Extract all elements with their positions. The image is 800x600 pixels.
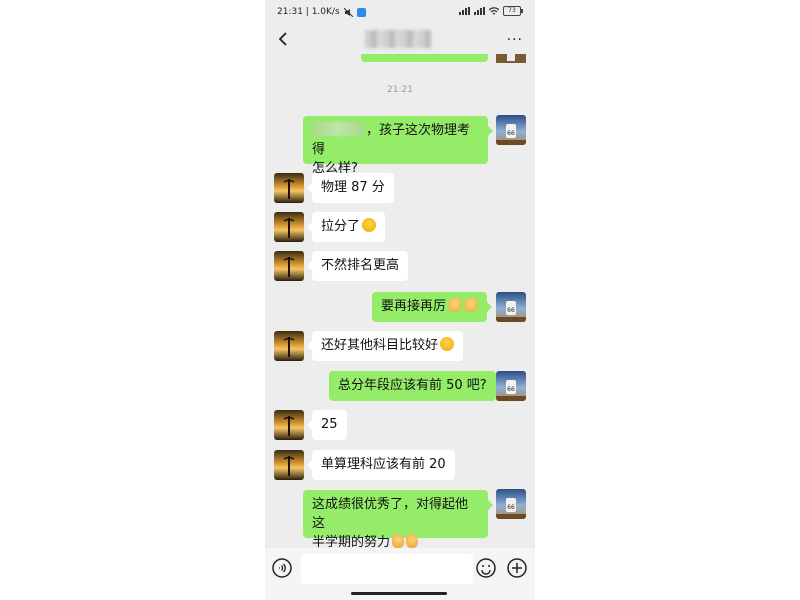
avatar: [496, 54, 526, 63]
message-bubble-out[interactable]: 总分年段应该有前 50 吧?: [329, 371, 501, 401]
message-bubble-out[interactable]: ，孩子这次物理考得 怎么样?: [303, 116, 493, 176]
signal-icon: [459, 7, 470, 15]
svg-text:66: 66: [507, 307, 515, 314]
avatar[interactable]: [274, 251, 304, 281]
avatar[interactable]: [274, 173, 304, 203]
message-text: 单算理科应该有前 20: [321, 457, 446, 472]
message-text: 拉分了: [321, 219, 361, 234]
message-bubble-out[interactable]: 这成绩很优秀了，对得起他这 半学期的努力: [303, 490, 493, 550]
status-bar: 21:31 | 1.0K/s 73: [265, 0, 535, 24]
strong-emoji-icon: [448, 298, 463, 312]
chat-area[interactable]: 21:21 ，孩子这次物理考得 怎么样? 66 物理 87 分 拉分了 不然排名…: [265, 54, 535, 550]
avatar[interactable]: 66: [496, 489, 526, 519]
input-bar: [265, 548, 535, 600]
timestamp: 21:21: [387, 85, 413, 95]
thumbs-up-emoji-icon: [392, 534, 405, 548]
svg-text:66: 66: [507, 504, 515, 511]
thumbs-up-emoji-icon: [406, 534, 419, 548]
signal-icon-2: [474, 7, 485, 15]
message-bubble-out[interactable]: 要再接再厉: [372, 292, 493, 322]
previous-message-bubble: [361, 54, 488, 62]
chevron-left-icon[interactable]: [275, 30, 293, 48]
more-button[interactable]: ···: [507, 32, 523, 48]
status-left: 21:31 | 1.0K/s: [277, 7, 366, 17]
emoji-icon[interactable]: [476, 558, 496, 578]
status-time: 21:31 | 1.0K/s: [277, 7, 340, 17]
avatar[interactable]: [274, 450, 304, 480]
message-bubble-in[interactable]: 物理 87 分: [307, 173, 394, 203]
svg-text:66: 66: [507, 130, 515, 137]
message-text: 要再接再厉: [381, 299, 447, 314]
laughing-emoji-icon: [440, 337, 455, 351]
avatar[interactable]: [274, 410, 304, 440]
avatar[interactable]: 66: [496, 115, 526, 145]
phone-screen: 21:31 | 1.0K/s 73 ··· 21:21 ，孩子这次物理考得 怎么…: [265, 0, 535, 600]
status-right: 73: [459, 6, 523, 16]
avatar[interactable]: [274, 331, 304, 361]
message-text: 还好其他科目比较好: [321, 338, 439, 353]
avatar[interactable]: 66: [496, 371, 526, 401]
contact-name-redacted: [365, 30, 431, 48]
home-indicator: [351, 592, 447, 595]
laughing-emoji-icon: [362, 218, 377, 232]
avatar[interactable]: 66: [496, 292, 526, 322]
voice-icon[interactable]: [272, 558, 292, 578]
message-text: 物理 87 分: [321, 180, 385, 195]
message-bubble-in[interactable]: 单算理科应该有前 20: [307, 450, 455, 480]
message-input[interactable]: [301, 554, 473, 584]
message-bubble-in[interactable]: 还好其他科目比较好: [306, 331, 464, 361]
message-text: 这成绩很优秀了，对得起他这: [312, 497, 469, 531]
svg-text:66: 66: [507, 386, 515, 393]
battery-icon: 73: [503, 6, 523, 16]
strong-emoji-icon: [464, 298, 479, 312]
message-text: 总分年段应该有前 50 吧?: [338, 378, 487, 393]
redacted-name: [312, 122, 364, 136]
message-bubble-in[interactable]: 不然排名更高: [306, 251, 409, 281]
message-bubble-in[interactable]: 25: [307, 410, 347, 440]
mute-icon: [343, 7, 353, 17]
message-text: 25: [321, 417, 338, 432]
app-badge-icon: [356, 7, 366, 17]
chat-header: ···: [265, 24, 535, 54]
plus-icon[interactable]: [507, 558, 527, 578]
message-text: 不然排名更高: [321, 258, 400, 273]
message-bubble-in[interactable]: 拉分了: [306, 212, 386, 242]
wifi-icon: [489, 7, 499, 15]
avatar[interactable]: [274, 212, 304, 242]
